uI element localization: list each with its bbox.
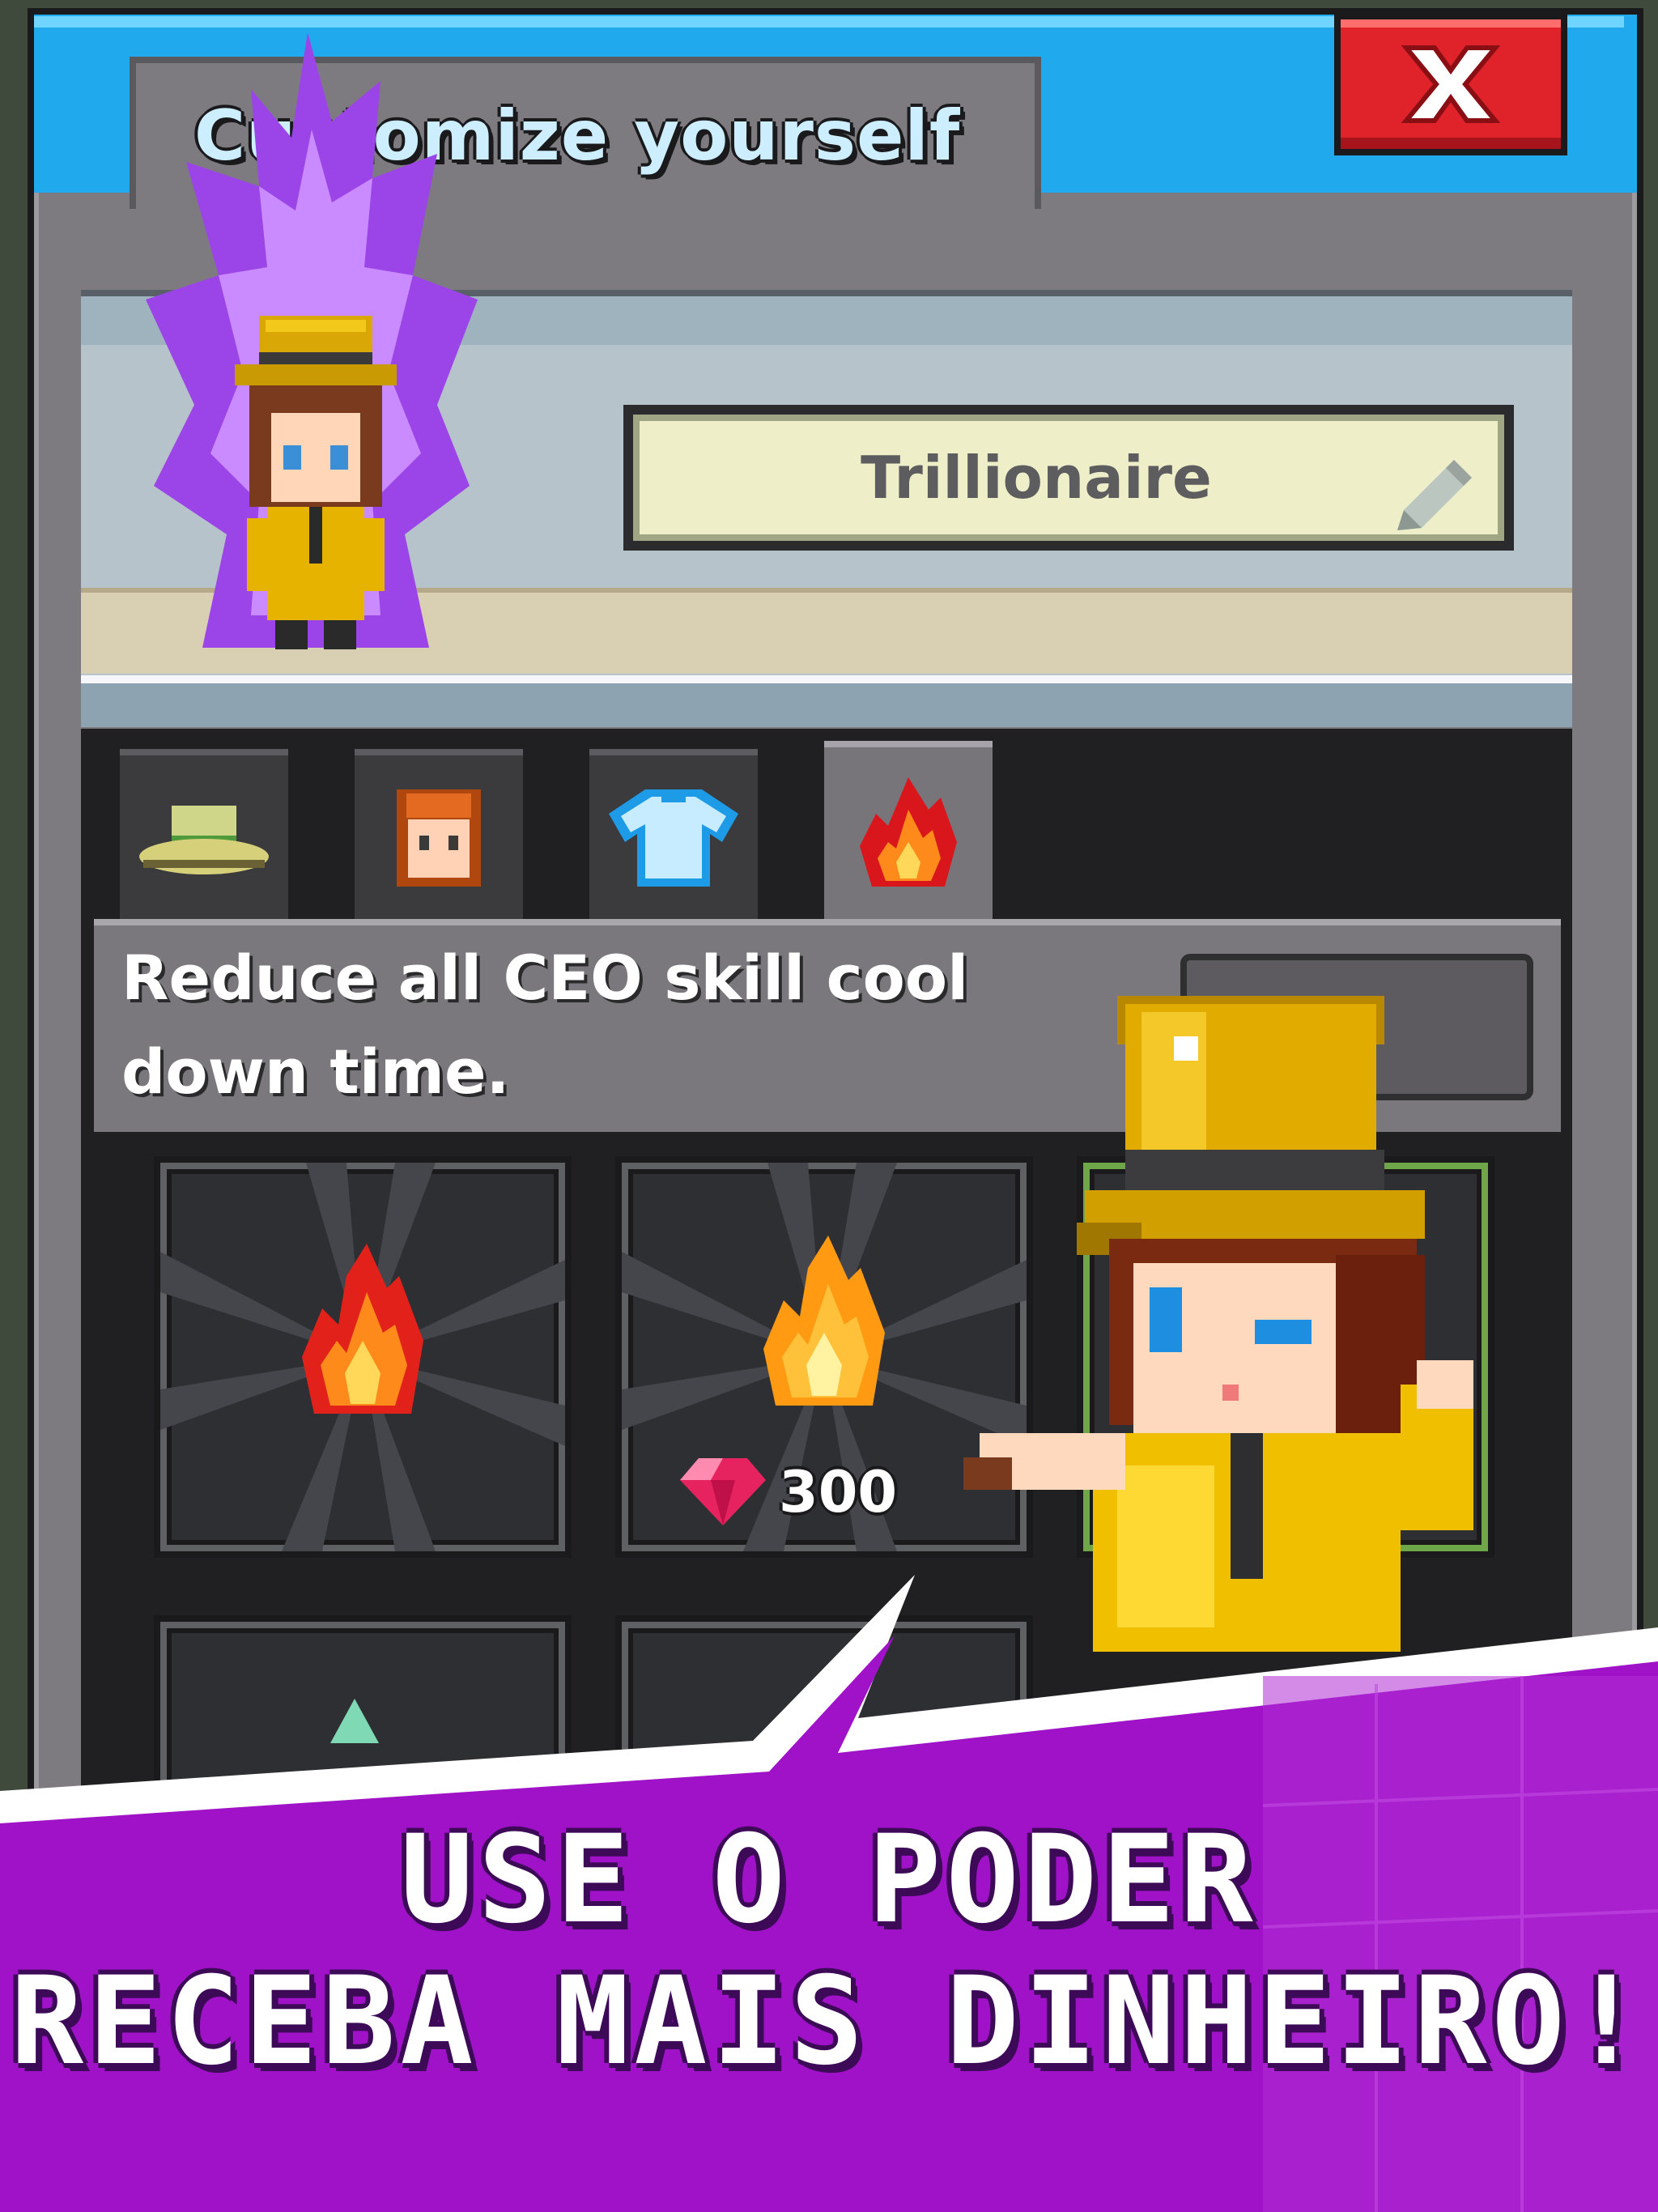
tab-hat[interactable] xyxy=(120,749,288,923)
skill-description-line1: Reduce all CEO skill cool xyxy=(121,942,969,1014)
player-name: Trillionaire xyxy=(861,444,1212,512)
name-field-inner: Trillionaire xyxy=(633,415,1504,541)
banner-headline-1: USE O PODER xyxy=(400,1810,1258,1950)
gem-icon xyxy=(678,1454,767,1530)
aura-flame-icon xyxy=(146,32,478,649)
tab-outfit[interactable] xyxy=(589,749,758,923)
fire-icon xyxy=(751,1236,897,1433)
fire-icon xyxy=(290,1244,436,1441)
close-icon xyxy=(1341,19,1561,149)
shirt-icon xyxy=(605,785,742,894)
tab-hair[interactable] xyxy=(355,749,523,923)
item-slot[interactable] xyxy=(154,1156,572,1558)
banner-headline-2: RECEBA MAIS DINHEIRO! xyxy=(10,1951,1648,2092)
price-tag: 300 xyxy=(678,1454,897,1530)
hat-icon xyxy=(135,793,273,886)
face-icon xyxy=(390,785,487,894)
name-field[interactable]: Trillionaire xyxy=(623,405,1514,551)
gem-icon xyxy=(322,1695,387,1763)
fire-icon xyxy=(852,776,965,902)
tab-aura[interactable] xyxy=(824,741,993,931)
skill-description: Reduce all CEO skill cool down time. xyxy=(121,931,1052,1119)
profile-rail xyxy=(81,675,1572,727)
avatar xyxy=(138,32,494,680)
close-button[interactable] xyxy=(1334,13,1567,155)
item-price: 300 xyxy=(779,1459,898,1525)
ceo-character xyxy=(931,980,1579,1676)
skill-description-line2: down time. xyxy=(121,1036,510,1108)
pencil-icon[interactable] xyxy=(1389,453,1478,538)
